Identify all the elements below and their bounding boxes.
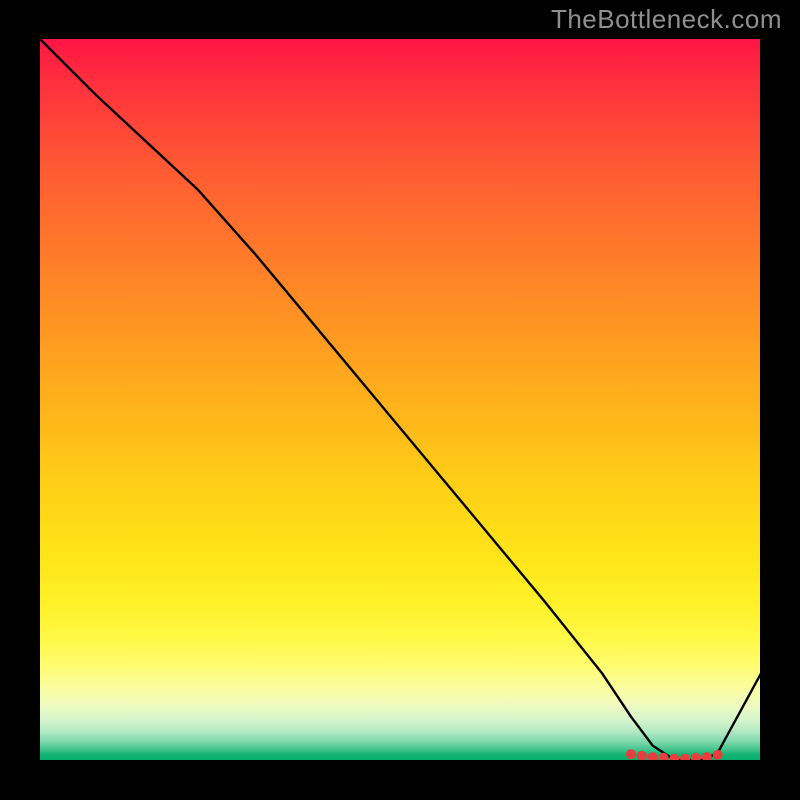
optimal-marker: [713, 750, 723, 760]
optimal-markers: [626, 749, 723, 760]
optimal-marker: [691, 753, 701, 760]
bottleneck-curve: [39, 38, 761, 760]
chart-container: TheBottleneck.com: [0, 0, 800, 800]
watermark-label: TheBottleneck.com: [551, 4, 782, 35]
optimal-marker: [680, 754, 690, 760]
optimal-marker: [702, 752, 712, 760]
optimal-marker: [626, 749, 636, 759]
optimal-marker: [669, 754, 679, 760]
optimal-marker: [637, 751, 647, 760]
optimal-marker: [648, 752, 658, 760]
chart-svg: [39, 38, 761, 760]
plot-area: [39, 38, 761, 760]
